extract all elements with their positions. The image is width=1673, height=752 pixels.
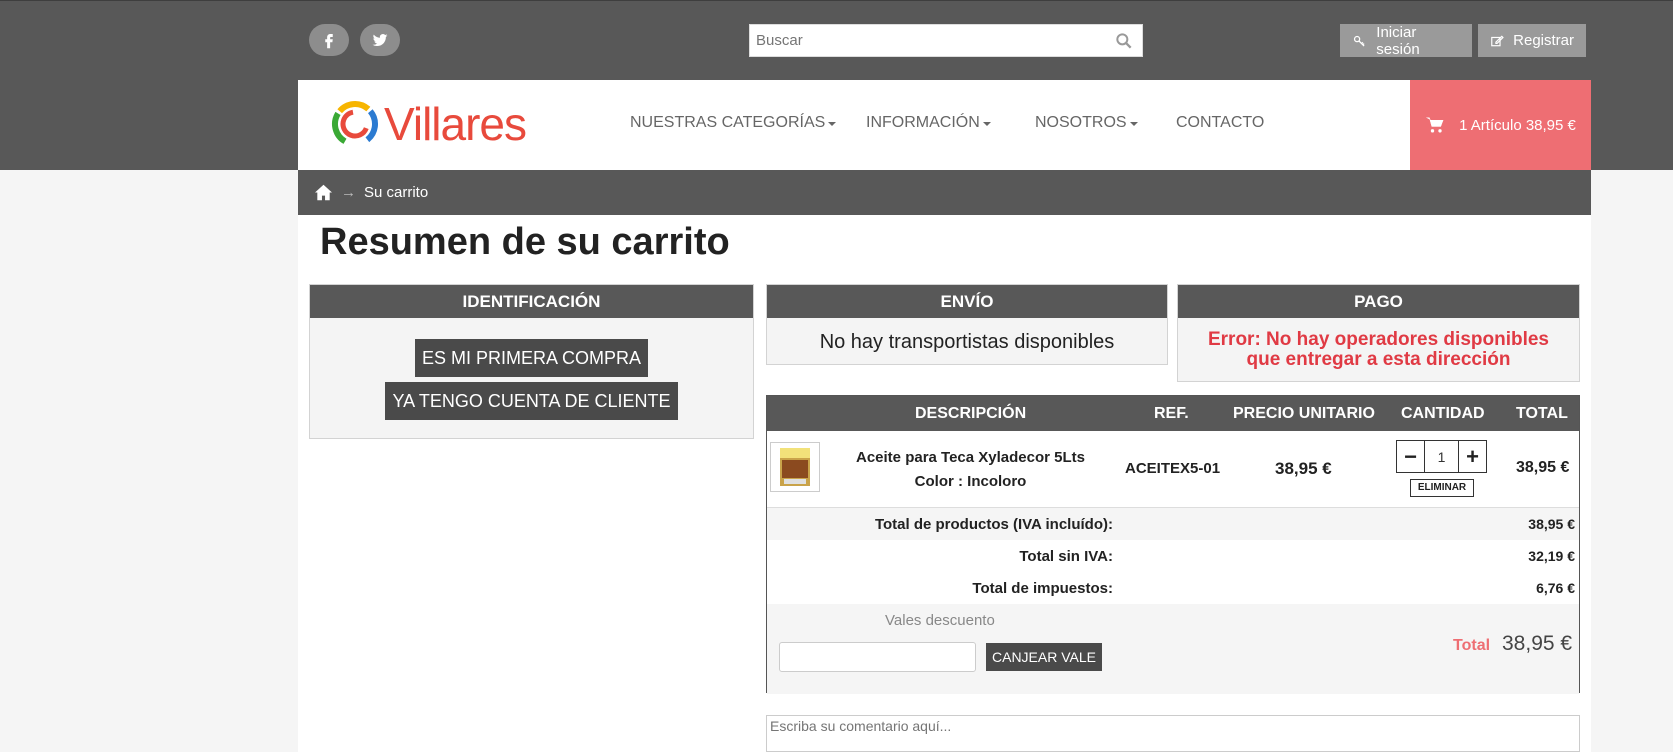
remove-item-button[interactable]: ELIMINAR [1410, 479, 1474, 497]
quantity-stepper: − 1 + [1396, 440, 1487, 473]
logo-mark-icon [332, 101, 378, 147]
breadcrumb-separator: → [341, 184, 356, 201]
search-icon[interactable] [1114, 31, 1134, 51]
product-name[interactable]: Aceite para Teca Xyladecor 5Lts [853, 446, 1088, 470]
redeem-voucher-button[interactable]: CANJEAR VALE [986, 643, 1102, 671]
comment-textarea[interactable] [766, 715, 1580, 752]
product-description: Aceite para Teca Xyladecor 5Lts Color : … [853, 446, 1088, 494]
nav-categories[interactable]: NUESTRAS CATEGORÍAS [630, 114, 837, 132]
edit-icon [1491, 34, 1504, 46]
header-unit-price: PRECIO UNITARIO [1233, 405, 1375, 422]
home-icon[interactable] [314, 184, 333, 201]
shopping-cart-icon [1425, 117, 1444, 133]
breadcrumb-current: Su carrito [364, 184, 429, 201]
quantity-value[interactable]: 1 [1424, 441, 1459, 472]
nav-label: NUESTRAS CATEGORÍAS [630, 114, 826, 131]
summary-value: 32,19 € [1528, 548, 1575, 564]
search-input[interactable] [750, 25, 1100, 56]
summary-label: Total de impuestos: [972, 580, 1113, 597]
register-button[interactable]: Registrar [1478, 24, 1586, 57]
shipping-title: ENVÍO [767, 285, 1167, 318]
facebook-icon[interactable] [309, 24, 349, 56]
twitter-icon[interactable] [360, 24, 400, 56]
nav-about[interactable]: NOSOTROS [1035, 114, 1138, 132]
summary-value: 6,76 € [1536, 580, 1575, 596]
cart-summary: 1 Artículo 38,95 € [1459, 116, 1576, 134]
header-quantity: CANTIDAD [1401, 405, 1485, 422]
summary-without-vat: Total sin IVA: 32,19 € [767, 540, 1579, 572]
discount-label: Vales descuento [885, 612, 995, 629]
summary-value: 38,95 € [1528, 516, 1575, 532]
voucher-input[interactable] [779, 642, 976, 672]
summary-label: Total sin IVA: [1019, 548, 1113, 565]
grand-total-label: Total [1453, 637, 1491, 654]
nav-label: INFORMACIÓN [866, 114, 980, 131]
product-image[interactable] [770, 442, 820, 492]
register-label: Registrar [1513, 32, 1574, 49]
discount-section: Vales descuento CANJEAR VALE Total 38,95… [767, 604, 1579, 694]
nav-information[interactable]: INFORMACIÓN [866, 114, 991, 132]
first-purchase-button[interactable]: ES MI PRIMERA COMPRA [414, 339, 649, 377]
have-account-button[interactable]: YA TENGO CUENTA DE CLIENTE [385, 382, 678, 420]
site-logo[interactable]: Villares [328, 94, 527, 154]
product-total: 38,95 € [1516, 459, 1570, 476]
product-ref: ACEITEX5-01 [1125, 460, 1221, 477]
identification-panel: IDENTIFICACIÓN ES MI PRIMERA COMPRA YA T… [309, 284, 754, 439]
site-header: Villares NUESTRAS CATEGORÍAS INFORMACIÓN… [298, 80, 1591, 170]
summary-label: Total de productos (IVA incluído): [874, 516, 1113, 533]
identification-title: IDENTIFICACIÓN [310, 285, 753, 318]
caret-down-icon [1129, 122, 1138, 126]
summary-taxes: Total de impuestos: 6,76 € [767, 572, 1579, 604]
shipping-message: No hay transportistas disponibles [819, 331, 1115, 353]
nav-contact[interactable]: CONTACTO [1176, 114, 1264, 132]
page-title: Resumen de su carrito [320, 221, 730, 263]
product-variant: Color : Incoloro [914, 473, 1027, 490]
grand-total-value: 38,95 € [1502, 632, 1573, 655]
nav-label: NOSOTROS [1035, 114, 1127, 131]
cart-table: DESCRIPCIÓN REF. PRECIO UNITARIO CANTIDA… [766, 395, 1580, 694]
payment-panel: PAGO Error: No hay operadores disponible… [1177, 284, 1580, 382]
caret-down-icon [982, 122, 991, 126]
payment-title: PAGO [1178, 285, 1579, 318]
search-box [749, 24, 1143, 57]
decrease-quantity-button[interactable]: − [1397, 441, 1424, 472]
cart-button[interactable]: 1 Artículo 38,95 € [1410, 80, 1591, 170]
shipping-panel: ENVÍO No hay transportistas disponibles [766, 284, 1168, 365]
breadcrumb: → Su carrito [298, 170, 1591, 215]
login-label: Iniciar sesión [1376, 23, 1420, 58]
header-ref: REF. [1154, 405, 1189, 422]
table-row: Aceite para Teca Xyladecor 5Lts Color : … [767, 431, 1579, 508]
main-content: Resumen de su carrito IDENTIFICACIÓN ES … [298, 215, 1591, 752]
cart-table-header: DESCRIPCIÓN REF. PRECIO UNITARIO CANTIDA… [767, 396, 1579, 431]
payment-error: Error: No hay operadores disponibles que… [1207, 329, 1550, 370]
logo-text: Villares [384, 98, 527, 150]
product-unit-price: 38,95 € [1275, 459, 1332, 478]
increase-quantity-button[interactable]: + [1459, 441, 1486, 472]
nav-label: CONTACTO [1176, 114, 1265, 131]
summary-products-total: Total de productos (IVA incluído): 38,95… [767, 508, 1579, 540]
header-total: TOTAL [1516, 405, 1568, 422]
header-description: DESCRIPCIÓN [915, 405, 1027, 422]
caret-down-icon [828, 122, 837, 126]
key-icon [1353, 35, 1365, 47]
login-button[interactable]: Iniciar sesión [1340, 23, 1472, 58]
